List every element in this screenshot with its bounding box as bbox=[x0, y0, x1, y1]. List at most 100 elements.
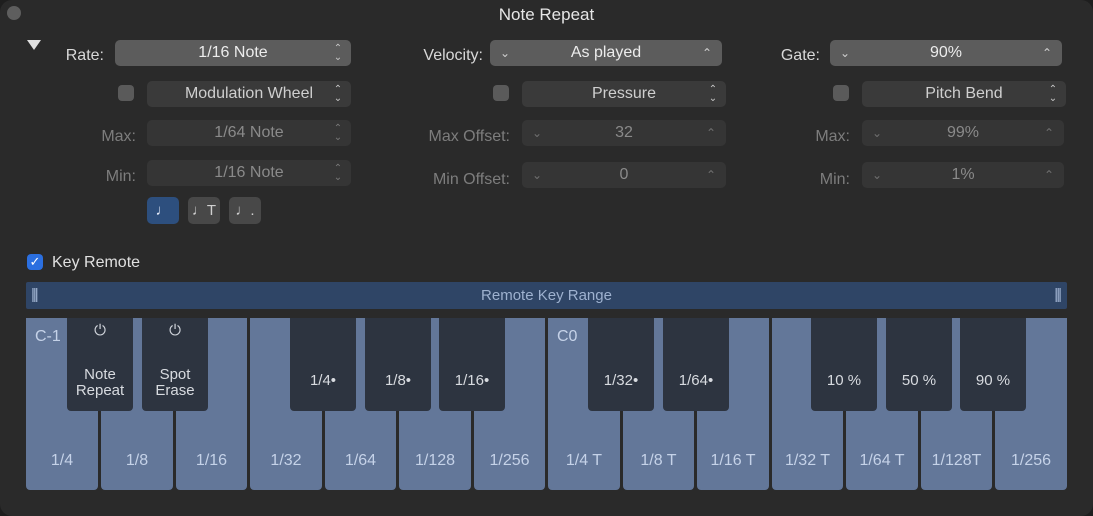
chevron-up-icon: ⌃ bbox=[701, 46, 712, 60]
gate-label: Gate: bbox=[780, 47, 820, 64]
rate-min-value: 1/16 Note bbox=[214, 164, 284, 181]
black-key-label-line1: Spot bbox=[159, 366, 191, 383]
velocity-min-offset-label: Min Offset: bbox=[432, 171, 510, 188]
rate-min-popup[interactable]: 1/16 Note ⌃ ⌄ bbox=[147, 160, 351, 186]
updown-icon: ⌃ ⌄ bbox=[333, 123, 343, 143]
note-repeat-window: Note Repeat Rate: 1/16 Note ⌃ ⌄ Modulatio… bbox=[0, 0, 1093, 516]
updown-icon: ⌃ ⌄ bbox=[708, 84, 718, 104]
power-icon: ⏻ bbox=[169, 322, 181, 339]
key-remote-checkbox[interactable]: ✓ bbox=[27, 254, 43, 270]
black-key[interactable]: 1/32• bbox=[588, 318, 654, 411]
range-end-grip-icon[interactable]: ||| bbox=[1054, 286, 1062, 303]
gate-mod-checkbox[interactable] bbox=[833, 85, 849, 101]
chevron-up-icon: ⌃ bbox=[705, 126, 716, 140]
black-key[interactable]: 1/8• bbox=[365, 318, 431, 411]
rate-max-popup[interactable]: 1/64 Note ⌃ ⌄ bbox=[147, 120, 351, 146]
disclosure-triangle-icon[interactable] bbox=[27, 40, 41, 50]
window-title: Note Repeat bbox=[498, 5, 595, 24]
black-key-label: 90 % bbox=[975, 372, 1011, 389]
rate-value: 1/16 Note bbox=[198, 44, 268, 61]
chevron-down-icon: ⌄ bbox=[872, 168, 883, 182]
gate-min-label: Min: bbox=[819, 171, 850, 188]
gate-mod-source-value: Pitch Bend bbox=[925, 85, 1003, 102]
chevron-up-icon: ⌃ bbox=[705, 168, 716, 182]
white-key-label: 1/128 bbox=[414, 452, 456, 469]
gate-mod-source-popup[interactable]: Pitch Bend ⌃ ⌄ bbox=[862, 81, 1066, 107]
white-key-label: 1/32 bbox=[270, 452, 302, 469]
white-key-label: 1/8 bbox=[125, 452, 149, 469]
updown-icon: ⌃ ⌄ bbox=[333, 163, 343, 183]
velocity-mod-checkbox[interactable] bbox=[493, 85, 509, 101]
black-key-label: 1/32• bbox=[603, 372, 639, 389]
white-key-label: 1/4 T bbox=[565, 452, 603, 469]
velocity-min-offset-popup[interactable]: ⌄ 0 ⌃ bbox=[522, 162, 726, 188]
chevron-up-icon: ⌃ bbox=[1041, 46, 1052, 60]
gate-min-popup[interactable]: ⌄ 1% ⌃ bbox=[862, 162, 1064, 188]
rate-max-value: 1/64 Note bbox=[214, 124, 284, 141]
white-key-label: 1/64 T bbox=[859, 452, 905, 469]
black-key[interactable]: 1/16• bbox=[439, 318, 505, 411]
remote-keyboard: C-1 1/4 1/8 1/16 1/32 1/64 1/128 1/256 C… bbox=[26, 318, 1067, 490]
black-key-label: 1/8• bbox=[384, 372, 412, 389]
white-key-label: 1/256 bbox=[489, 452, 530, 469]
updown-icon: ⌃ ⌄ bbox=[333, 84, 343, 104]
rate-label: Rate: bbox=[65, 47, 104, 64]
updown-icon: ⌃ ⌄ bbox=[333, 43, 343, 63]
quarter-note-button[interactable]: ♩ bbox=[147, 197, 179, 224]
dotted-note-button[interactable]: ♩. bbox=[229, 197, 261, 224]
black-key-label-line2: Erase bbox=[155, 382, 195, 399]
black-key[interactable]: 1/4• bbox=[290, 318, 356, 411]
black-key-label: Note Repeat bbox=[67, 367, 133, 399]
gate-max-popup[interactable]: ⌄ 99% ⌃ bbox=[862, 120, 1064, 146]
triplet-note-button[interactable]: ♩T bbox=[188, 197, 220, 224]
black-key[interactable]: 10 % bbox=[811, 318, 877, 411]
velocity-popup[interactable]: ⌄ As played ⌃ bbox=[490, 40, 722, 66]
octave-label: C0 bbox=[557, 328, 578, 345]
chevron-down-icon: ⌄ bbox=[840, 46, 851, 60]
spot-erase-key[interactable]: ⏻ Spot Erase bbox=[142, 318, 208, 411]
black-key[interactable]: 50 % bbox=[886, 318, 952, 411]
chevron-up-icon: ⌃ bbox=[1043, 168, 1054, 182]
white-key-label: 1/128T bbox=[931, 452, 982, 469]
rate-mod-checkbox[interactable] bbox=[118, 85, 134, 101]
rate-mod-source-popup[interactable]: Modulation Wheel ⌃ ⌄ bbox=[147, 81, 351, 107]
white-key-label: 1/32 T bbox=[784, 452, 831, 469]
black-key-label: Spot Erase bbox=[142, 367, 208, 399]
white-key-label: 1/8 T bbox=[640, 452, 677, 469]
gate-min-value: 1% bbox=[951, 166, 975, 183]
black-key[interactable]: 1/64• bbox=[663, 318, 729, 411]
black-key[interactable]: 90 % bbox=[960, 318, 1026, 411]
velocity-max-offset-popup[interactable]: ⌄ 32 ⌃ bbox=[522, 120, 726, 146]
black-key-label: 10 % bbox=[826, 372, 862, 389]
white-key-label: 1/16 bbox=[195, 452, 228, 469]
black-key-label: 1/64• bbox=[678, 372, 714, 389]
white-key-label: 1/4 bbox=[50, 452, 74, 469]
power-icon: ⏻ bbox=[94, 322, 106, 339]
rate-popup[interactable]: 1/16 Note ⌃ ⌄ bbox=[115, 40, 351, 66]
velocity-mod-source-popup[interactable]: Pressure ⌃ ⌄ bbox=[522, 81, 726, 107]
note-repeat-key[interactable]: ⏻ Note Repeat bbox=[67, 318, 133, 411]
velocity-max-offset-label: Max Offset: bbox=[428, 128, 510, 145]
velocity-mod-source-value: Pressure bbox=[591, 85, 657, 102]
gate-max-label: Max: bbox=[815, 128, 850, 145]
remote-key-range-bar[interactable]: ||| Remote Key Range ||| bbox=[26, 282, 1067, 309]
chevron-down-icon: ⌄ bbox=[532, 126, 543, 140]
white-key-label: 1/64 bbox=[344, 452, 377, 469]
velocity-label: Velocity: bbox=[423, 47, 483, 64]
velocity-max-offset-value: 32 bbox=[615, 124, 633, 141]
black-key-label: 50 % bbox=[901, 372, 937, 389]
gate-popup[interactable]: ⌄ 90% ⌃ bbox=[830, 40, 1062, 66]
white-key-label: 1/16 T bbox=[710, 452, 756, 469]
black-key-label: 1/16• bbox=[454, 372, 490, 389]
gate-value: 90% bbox=[929, 44, 963, 61]
velocity-min-offset-value: 0 bbox=[619, 166, 629, 183]
chevron-up-icon: ⌃ bbox=[1043, 126, 1054, 140]
black-key-label: 1/4• bbox=[309, 372, 337, 389]
gate-max-value: 99% bbox=[946, 124, 980, 141]
rate-max-label: Max: bbox=[101, 128, 136, 145]
chevron-down-icon: ⌄ bbox=[500, 46, 511, 60]
updown-icon: ⌃ ⌄ bbox=[1048, 84, 1058, 104]
chevron-down-icon: ⌄ bbox=[872, 126, 883, 140]
remote-key-range-label: Remote Key Range bbox=[481, 287, 612, 304]
key-remote-label: Key Remote bbox=[52, 254, 141, 271]
